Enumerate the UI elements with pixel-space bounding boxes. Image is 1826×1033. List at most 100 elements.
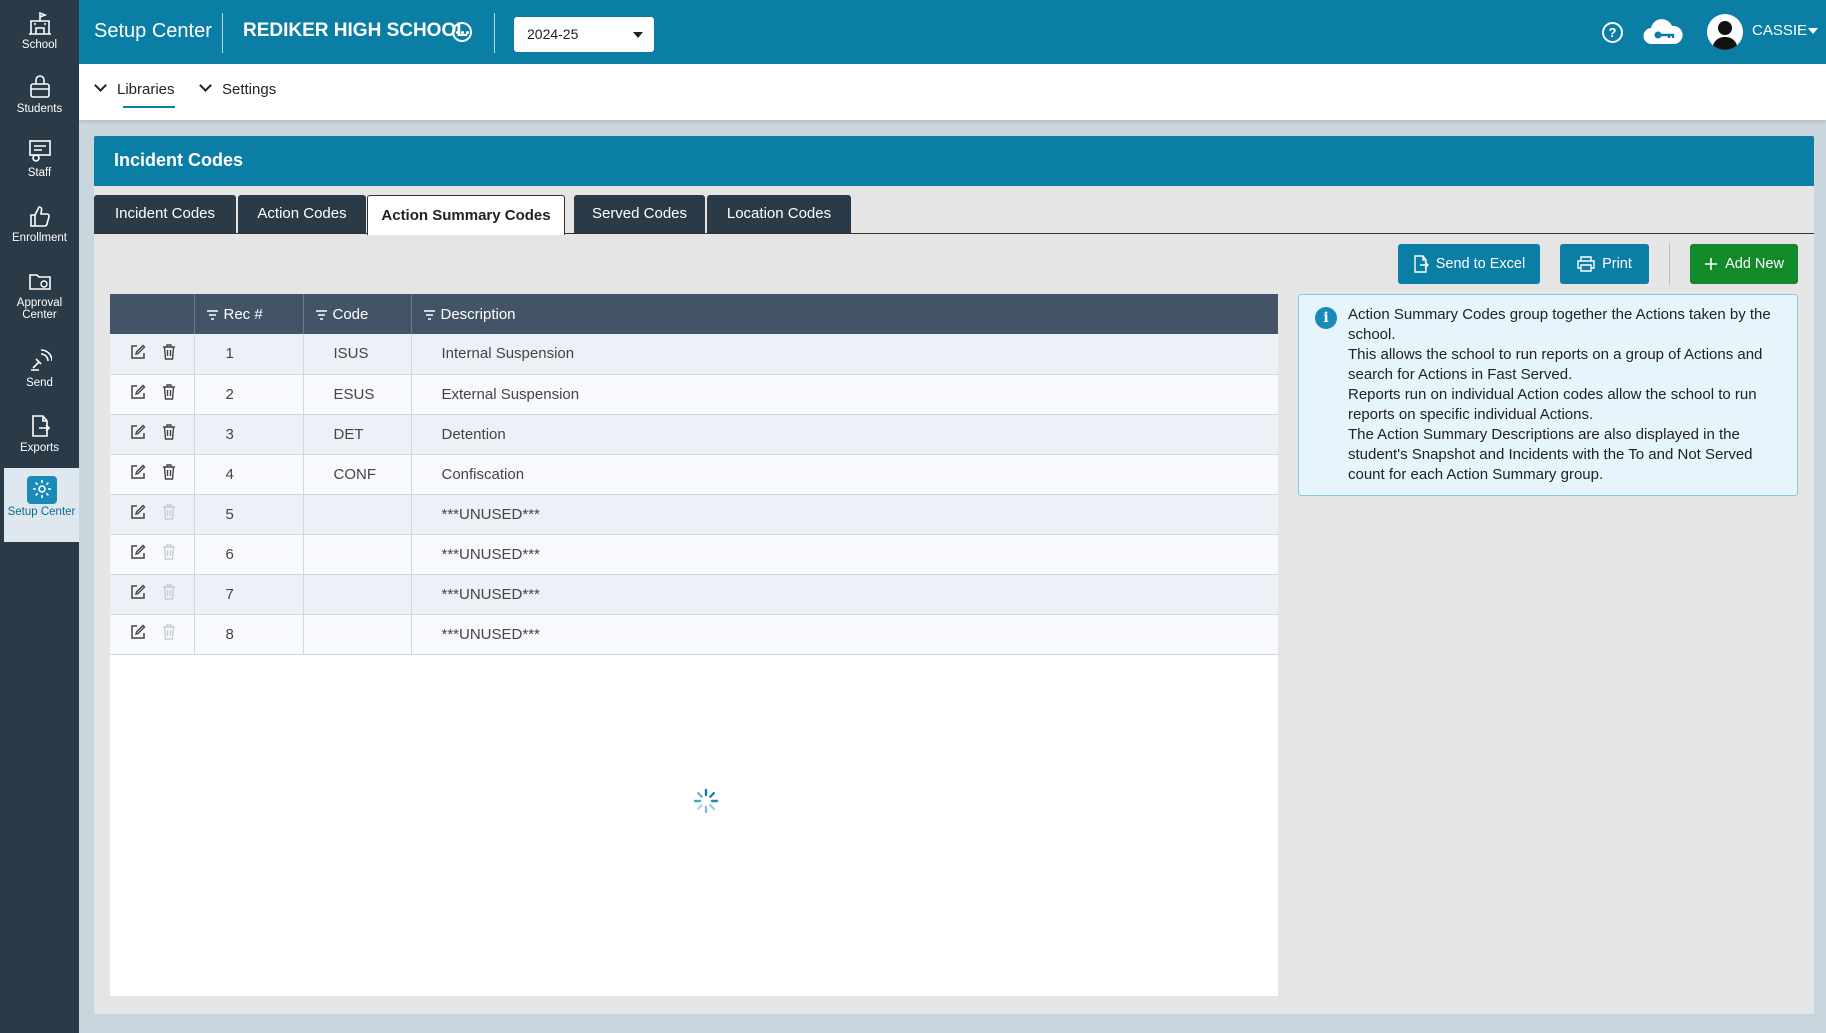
cell-description: Internal Suspension [441, 345, 575, 363]
gear-icon [32, 479, 51, 498]
trash-icon[interactable] [162, 464, 176, 484]
column-header-label: Rec # [223, 305, 263, 323]
edit-icon[interactable] [130, 384, 146, 404]
add-new-button[interactable]: Add New [1690, 244, 1798, 284]
more-options-icon[interactable] [452, 22, 472, 42]
table-row[interactable]: 8 ***UNUSED*** [110, 614, 1278, 654]
cell-code [303, 494, 412, 534]
filter-icon[interactable] [206, 309, 218, 320]
sidebar-item-setup-center[interactable]: Setup Center [4, 468, 79, 542]
tab-action-codes[interactable]: Action Codes [238, 195, 366, 233]
sidebar-item-enrollment[interactable]: Enrollment [0, 203, 79, 265]
cloud-key-icon[interactable] [1642, 18, 1684, 51]
sidebar-item-staff[interactable]: Staff [0, 138, 79, 200]
folder-icon [28, 274, 51, 290]
filter-icon[interactable] [423, 309, 435, 320]
add-new-label: Add New [1725, 256, 1784, 272]
column-header-description[interactable]: Description [411, 294, 1278, 334]
column-header-code[interactable]: Code [303, 294, 412, 334]
school-name[interactable]: REDIKER HIGH SCHOOL [243, 20, 468, 42]
top-bar: Setup Center REDIKER HIGH SCHOOL 2024-25… [79, 0, 1826, 64]
cell-code: CONF [303, 454, 412, 494]
info-line: Action Summary Codes group together the … [1348, 306, 1771, 343]
column-header-label: Description [440, 305, 516, 323]
filter-icon[interactable] [315, 309, 327, 320]
nav-settings[interactable]: Settings [199, 79, 277, 98]
students-icon [29, 75, 50, 98]
sidebar-item-send[interactable]: Send [0, 348, 79, 410]
export-icon [31, 415, 50, 437]
info-box: i Action Summary Codes group together th… [1298, 294, 1798, 496]
edit-icon[interactable] [130, 584, 146, 604]
cell-code: ESUS [303, 374, 412, 414]
table-row[interactable]: 5 ***UNUSED*** [110, 494, 1278, 534]
sidebar-item-label: Enrollment [12, 232, 67, 244]
table-header-row: Rec # Code Description [110, 294, 1278, 334]
tab-served-codes[interactable]: Served Codes [574, 195, 705, 233]
sidebar-item-approval-center[interactable]: Approval Center [0, 268, 79, 330]
help-icon[interactable]: ? [1602, 22, 1623, 43]
codes-table: Rec # Code Description 1 ISUS Internal Sus… [110, 294, 1278, 655]
table-row[interactable]: 2 ESUS External Suspension [110, 374, 1278, 414]
sidebar-item-students[interactable]: Students [0, 74, 79, 136]
table-row[interactable]: 6 ***UNUSED*** [110, 534, 1278, 574]
info-line: This allows the school to run reports on… [1348, 346, 1763, 383]
sidebar-item-label: School [21, 39, 58, 51]
row-actions [110, 534, 195, 574]
caret-down-icon[interactable] [1808, 28, 1818, 34]
sidebar-item-label: Staff [27, 167, 52, 179]
chevron-down-icon [94, 79, 107, 92]
edit-icon[interactable] [130, 504, 146, 524]
trash-icon[interactable] [162, 344, 176, 364]
sidebar-item-label: Setup Center [7, 506, 76, 518]
table-row[interactable]: 4 CONF Confiscation [110, 454, 1278, 494]
edit-icon[interactable] [130, 544, 146, 564]
column-header-rec[interactable]: Rec # [194, 294, 304, 334]
tab-action-summary-codes[interactable]: Action Summary Codes [367, 195, 565, 235]
sidebar-item-label: Approval Center [16, 297, 63, 321]
trash-icon [162, 504, 176, 524]
cell-description: Detention [441, 425, 506, 443]
trash-icon[interactable] [162, 384, 176, 404]
nav-settings-label: Settings [222, 81, 277, 98]
sidebar-item-exports[interactable]: Exports [0, 413, 79, 475]
edit-icon[interactable] [130, 344, 146, 364]
row-actions [110, 494, 195, 534]
sidebar-item-label: Students [16, 103, 63, 115]
plus-icon [1705, 258, 1718, 270]
cell-rec: 4 [194, 454, 304, 494]
printer-icon [1577, 256, 1595, 272]
table-row[interactable]: 3 DET Detention [110, 414, 1278, 454]
cell-rec: 1 [194, 334, 304, 374]
send-to-excel-button[interactable]: Send to Excel [1398, 244, 1540, 284]
divider [222, 13, 223, 53]
user-name[interactable]: CASSIE [1752, 22, 1807, 39]
edit-icon[interactable] [130, 464, 146, 484]
cell-rec: 3 [194, 414, 304, 454]
staff-icon [28, 140, 51, 162]
edit-icon[interactable] [130, 424, 146, 444]
edit-icon[interactable] [130, 624, 146, 644]
nav-libraries-label: Libraries [117, 81, 175, 98]
tab-location-codes[interactable]: Location Codes [707, 195, 851, 233]
tab-incident-codes[interactable]: Incident Codes [94, 195, 236, 233]
cell-rec: 7 [194, 574, 304, 614]
sidebar-item-school[interactable]: School [0, 10, 79, 72]
cell-description: ***UNUSED*** [441, 505, 540, 523]
sidebar: School Students Staff Enrollment Approva… [0, 0, 79, 1033]
table-row[interactable]: 1 ISUS Internal Suspension [110, 334, 1278, 374]
avatar[interactable] [1707, 14, 1743, 50]
thumbs-up-icon [29, 206, 50, 227]
tab-bar: Incident Codes Action Codes Action Summa… [94, 195, 1814, 235]
trash-icon[interactable] [162, 424, 176, 444]
cell-code: ISUS [303, 334, 412, 374]
print-button[interactable]: Print [1560, 244, 1649, 284]
cell-rec: 2 [194, 374, 304, 414]
main-panel: Incident Codes Incident Codes Action Cod… [94, 136, 1814, 1014]
cell-description: External Suspension [441, 385, 580, 403]
trash-icon [162, 544, 176, 564]
nav-libraries[interactable]: Libraries [94, 79, 175, 108]
cell-description: Confiscation [441, 465, 525, 483]
table-row[interactable]: 7 ***UNUSED*** [110, 574, 1278, 614]
school-year-select[interactable]: 2024-25 [514, 17, 654, 52]
